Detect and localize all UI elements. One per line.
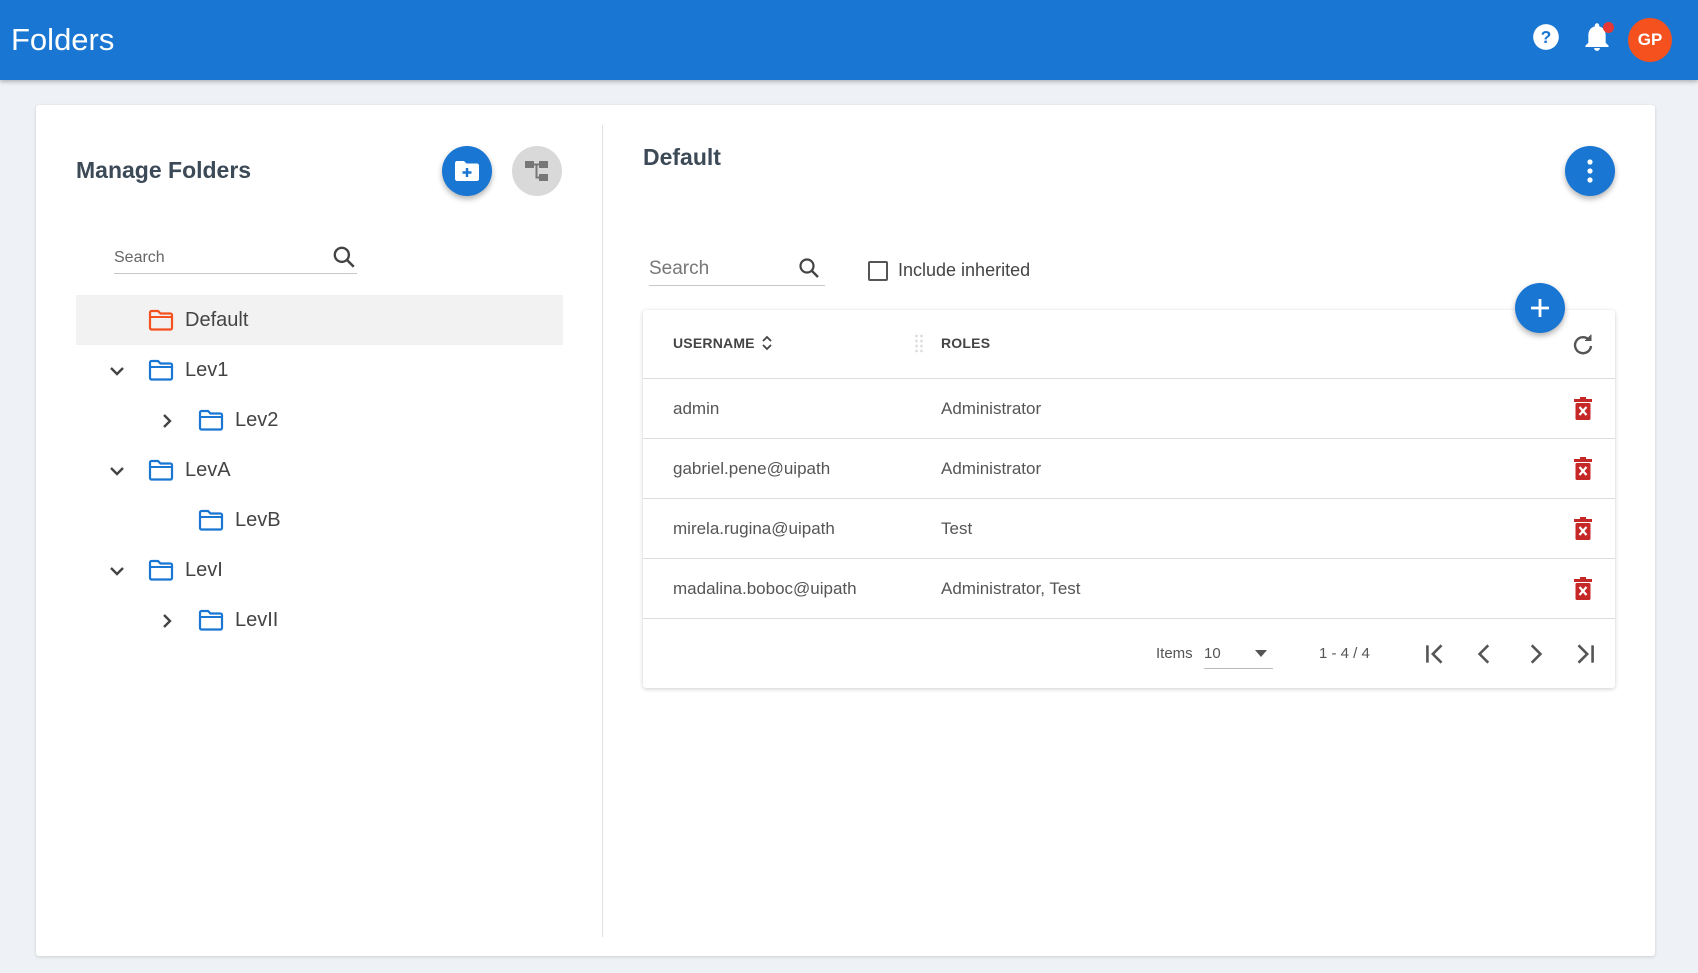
page-range: 1 - 4 / 4 (1319, 645, 1370, 662)
include-inherited-checkbox[interactable] (868, 261, 888, 281)
tree-item-label: LevII (235, 609, 279, 631)
tree-item-label: LevB (235, 509, 281, 531)
tree-item-label: Lev1 (185, 359, 229, 381)
tree-item-label: LevI (185, 559, 223, 581)
search-icon[interactable] (797, 256, 821, 280)
folder-icon (148, 459, 174, 481)
chevron-right-icon[interactable] (157, 411, 177, 431)
previous-page-icon[interactable] (1472, 641, 1498, 667)
column-resize-handle-icon[interactable] (914, 333, 924, 353)
folder-icon (198, 509, 224, 531)
username-cell: gabriel.pene@uipath (673, 459, 831, 478)
sort-icon[interactable] (760, 334, 774, 352)
top-app-bar: Folders (0, 0, 1698, 80)
user-avatar[interactable]: GP (1628, 18, 1672, 62)
row-divider (643, 438, 1615, 439)
user-search (649, 254, 825, 286)
delete-icon[interactable] (1572, 397, 1594, 421)
folder-search (114, 244, 357, 274)
column-header-username[interactable]: USERNAME (673, 335, 755, 351)
tree-item-leva[interactable]: LevA (76, 445, 563, 495)
roles-cell: Administrator (941, 399, 1042, 418)
plus-icon (1531, 299, 1549, 317)
dropdown-arrow-icon (1255, 650, 1267, 657)
add-folder-icon (455, 161, 479, 181)
add-user-button[interactable] (1515, 283, 1565, 333)
include-inherited-label: Include inherited (898, 260, 1031, 280)
folder-icon (198, 409, 224, 431)
folder-icon (148, 309, 174, 331)
folder-icon (198, 609, 224, 631)
folder-title: Default (643, 144, 721, 170)
user-search-input[interactable] (649, 254, 789, 284)
delete-icon[interactable] (1572, 517, 1594, 541)
tree-item-label: LevA (185, 459, 231, 481)
search-icon[interactable] (331, 244, 357, 270)
roles-cell: Administrator (941, 459, 1042, 478)
help-icon[interactable]: ? (1532, 23, 1560, 51)
username-cell: mirela.rugina@uipath (673, 519, 835, 538)
chevron-down-icon[interactable] (107, 461, 127, 481)
row-divider (643, 378, 1615, 379)
notification-badge (1603, 22, 1614, 33)
first-page-icon[interactable] (1422, 641, 1448, 667)
chevron-down-icon[interactable] (107, 361, 127, 381)
hierarchy-view-button[interactable] (512, 146, 562, 196)
column-header-roles: ROLES (941, 335, 991, 351)
tree-item-levi[interactable]: LevI (76, 545, 563, 595)
tree-item-lev2[interactable]: Lev2 (76, 395, 563, 445)
more-vert-icon (1587, 159, 1593, 183)
manage-folders-title: Manage Folders (76, 157, 252, 183)
tree-item-label: Default (185, 309, 249, 331)
username-cell: admin (673, 399, 720, 418)
page-size-value: 10 (1204, 645, 1221, 662)
tree-item-lev1[interactable]: Lev1 (76, 345, 563, 395)
panel-divider (602, 125, 603, 937)
roles-cell: Administrator, Test (941, 579, 1081, 598)
hierarchy-icon (525, 161, 548, 181)
tree-item-levii[interactable]: LevII (76, 595, 563, 645)
chevron-down-icon[interactable] (107, 561, 127, 581)
folder-icon (148, 559, 174, 581)
row-divider (643, 558, 1615, 559)
delete-icon[interactable] (1572, 577, 1594, 601)
add-folder-button[interactable] (442, 146, 492, 196)
next-page-icon[interactable] (1522, 641, 1548, 667)
tree-item-default[interactable]: Default (76, 295, 563, 345)
refresh-icon[interactable] (1571, 333, 1595, 357)
row-divider (643, 618, 1615, 619)
folder-search-input[interactable] (114, 244, 314, 272)
tree-item-label: Lev2 (235, 409, 279, 431)
delete-icon[interactable] (1572, 457, 1594, 481)
tree-item-levb[interactable]: LevB (76, 495, 563, 545)
username-cell: madalina.boboc@uipath (673, 579, 857, 598)
svg-text:?: ? (1541, 27, 1552, 47)
roles-cell: Test (941, 519, 973, 538)
last-page-icon[interactable] (1572, 641, 1598, 667)
page-title: Folders (11, 22, 115, 57)
page-size-select[interactable]: 10 (1204, 640, 1273, 669)
folder-icon (148, 359, 174, 381)
more-options-button[interactable] (1565, 146, 1615, 196)
row-divider (643, 498, 1615, 499)
items-per-page-label: Items (1156, 645, 1193, 662)
chevron-right-icon[interactable] (157, 611, 177, 631)
users-table (643, 310, 1615, 688)
